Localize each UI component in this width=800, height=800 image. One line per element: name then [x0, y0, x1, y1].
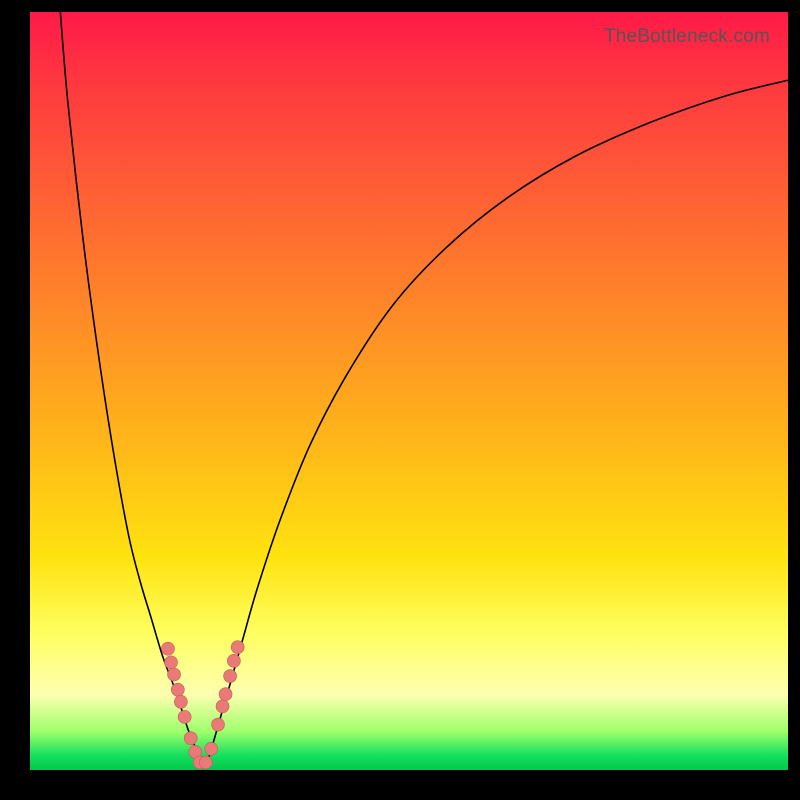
threshold-dot [231, 641, 244, 654]
threshold-dot [174, 695, 187, 708]
chart-svg [30, 12, 788, 770]
curve-left-branch [60, 12, 203, 767]
threshold-dot [199, 756, 212, 769]
plot-area: TheBottleneck.com [30, 12, 788, 770]
threshold-dot [211, 718, 224, 731]
threshold-dot [171, 683, 184, 696]
threshold-dots-group [161, 641, 244, 769]
curve-right-branch [206, 80, 788, 767]
threshold-dot [219, 688, 232, 701]
threshold-dot [164, 656, 177, 669]
threshold-dot [224, 670, 237, 683]
threshold-dot [184, 732, 197, 745]
threshold-dot [216, 700, 229, 713]
threshold-dot [205, 742, 218, 755]
chart-frame: TheBottleneck.com [0, 0, 800, 800]
threshold-dot [168, 668, 181, 681]
threshold-dot [161, 642, 174, 655]
threshold-dot [227, 654, 240, 667]
threshold-dot [178, 710, 191, 723]
